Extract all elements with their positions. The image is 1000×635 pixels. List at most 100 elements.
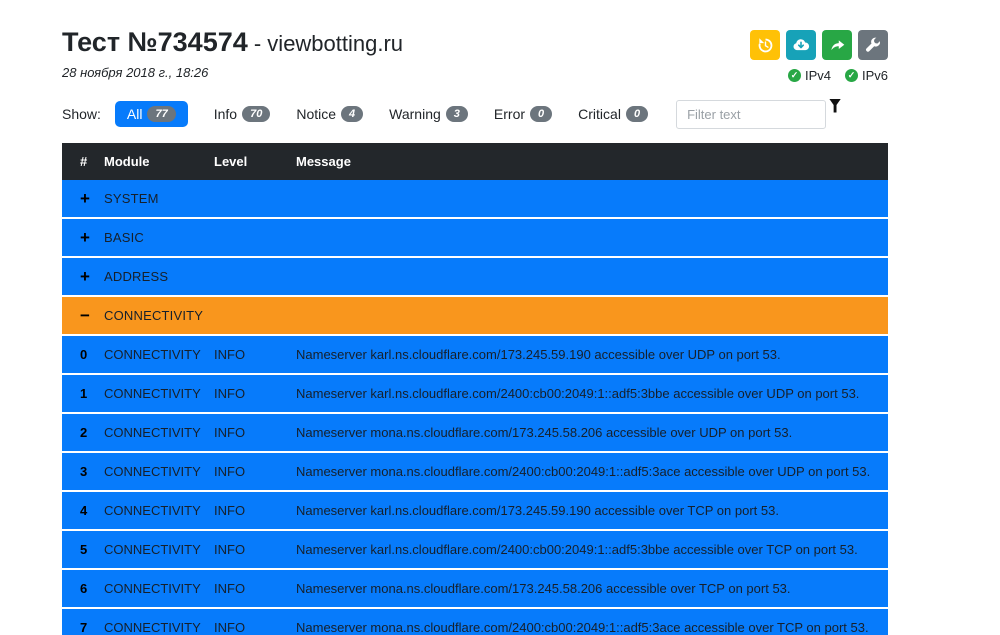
severity-filters: All 77 Info 70 Notice 4 Warning: [115, 101, 648, 127]
row-number: 6: [80, 581, 87, 596]
download-report-button[interactable]: [786, 30, 816, 60]
col-header-message: Message: [296, 154, 888, 169]
header-actions: ✓ IPv4 ✓ IPv6: [750, 26, 888, 83]
group-row[interactable]: − CONNECTIVITY: [62, 295, 888, 334]
table-row[interactable]: 3 CONNECTIVITY INFO Nameserver mona.ns.c…: [62, 451, 888, 490]
group-label: ADDRESS: [104, 269, 214, 284]
text-filter: [676, 100, 841, 129]
test-number: Тест №734574: [62, 27, 248, 57]
row-module: CONNECTIVITY: [104, 425, 214, 440]
row-message: Nameserver mona.ns.cloudflare.com/2400:c…: [296, 620, 888, 635]
row-message: Nameserver karl.ns.cloudflare.com/173.24…: [296, 503, 888, 518]
count-badge: 0: [530, 106, 552, 122]
col-header-num: #: [62, 154, 104, 169]
count-badge: 4: [341, 106, 363, 122]
count-badge: 3: [446, 106, 468, 122]
row-level: INFO: [214, 425, 296, 440]
severity-filter-button[interactable]: All 77: [115, 101, 188, 127]
group-row[interactable]: + BASIC: [62, 217, 888, 256]
share-report-button[interactable]: [822, 30, 852, 60]
row-level: INFO: [214, 503, 296, 518]
row-module: CONNECTIVITY: [104, 542, 214, 557]
check-circle-icon: ✓: [788, 69, 801, 82]
share-icon: [829, 37, 846, 54]
row-module: CONNECTIVITY: [104, 347, 214, 362]
count-badge: 0: [626, 106, 648, 122]
filter-label: Notice: [296, 106, 336, 122]
repeat-test-button[interactable]: [750, 30, 780, 60]
filter-funnel-icon[interactable]: [829, 99, 841, 113]
toggle-group-icon[interactable]: +: [80, 228, 90, 247]
test-date: 28 ноября 2018 г., 18:26: [62, 65, 403, 80]
page-header: Тест №734574 - viewbotting.ru 28 ноября …: [62, 0, 888, 83]
wrench-icon: [865, 37, 881, 53]
group-row[interactable]: + SYSTEM: [62, 180, 888, 217]
filter-bar: Show: All 77 Info 70 Notice 4: [62, 99, 888, 129]
table-header-row: # Module Level Message: [62, 143, 888, 180]
row-level: INFO: [214, 386, 296, 401]
row-message: Nameserver karl.ns.cloudflare.com/2400:c…: [296, 542, 888, 557]
count-badge: 77: [147, 106, 175, 122]
page-title: Тест №734574 - viewbotting.ru: [62, 26, 403, 60]
row-number: 0: [80, 347, 87, 362]
table-row[interactable]: 0 CONNECTIVITY INFO Nameserver karl.ns.c…: [62, 334, 888, 373]
row-number: 2: [80, 425, 87, 440]
filter-label: Info: [214, 106, 237, 122]
table-row[interactable]: 2 CONNECTIVITY INFO Nameserver mona.ns.c…: [62, 412, 888, 451]
row-number: 5: [80, 542, 87, 557]
filter-text-input[interactable]: [676, 100, 826, 129]
ipv4-label: IPv4: [805, 68, 831, 83]
table-row[interactable]: 4 CONNECTIVITY INFO Nameserver karl.ns.c…: [62, 490, 888, 529]
filter-label: Critical: [578, 106, 621, 122]
tested-domain: - viewbotting.ru: [248, 31, 403, 56]
severity-filter-button[interactable]: Error 0: [494, 101, 552, 127]
title-block: Тест №734574 - viewbotting.ru 28 ноября …: [62, 26, 403, 80]
row-module: CONNECTIVITY: [104, 581, 214, 596]
row-module: CONNECTIVITY: [104, 620, 214, 635]
col-header-module: Module: [104, 154, 214, 169]
row-message: Nameserver karl.ns.cloudflare.com/173.24…: [296, 347, 888, 362]
ip-status-row: ✓ IPv4 ✓ IPv6: [788, 68, 888, 83]
group-label: BASIC: [104, 230, 214, 245]
table-row[interactable]: 1 CONNECTIVITY INFO Nameserver karl.ns.c…: [62, 373, 888, 412]
row-level: INFO: [214, 347, 296, 362]
row-level: INFO: [214, 620, 296, 635]
group-label: CONNECTIVITY: [104, 308, 214, 323]
filter-label: All: [127, 106, 143, 122]
ipv4-status: ✓ IPv4: [788, 68, 831, 83]
row-level: INFO: [214, 581, 296, 596]
filter-label: Warning: [389, 106, 441, 122]
row-number: 3: [80, 464, 87, 479]
filter-label: Error: [494, 106, 525, 122]
severity-filter-button[interactable]: Warning 3: [389, 101, 468, 127]
table-row[interactable]: 6 CONNECTIVITY INFO Nameserver mona.ns.c…: [62, 568, 888, 607]
group-row[interactable]: + ADDRESS: [62, 256, 888, 295]
toggle-group-icon[interactable]: +: [80, 189, 90, 208]
row-level: INFO: [214, 542, 296, 557]
show-label: Show:: [62, 106, 101, 122]
toggle-group-icon[interactable]: +: [80, 267, 90, 286]
log-table: # Module Level Message + SYSTEM: [62, 143, 888, 635]
group-label: SYSTEM: [104, 191, 214, 206]
history-icon: [757, 37, 774, 54]
row-message: Nameserver karl.ns.cloudflare.com/2400:c…: [296, 386, 888, 401]
severity-filter-button[interactable]: Notice 4: [296, 101, 363, 127]
ipv6-label: IPv6: [862, 68, 888, 83]
table-row[interactable]: 5 CONNECTIVITY INFO Nameserver karl.ns.c…: [62, 529, 888, 568]
row-module: CONNECTIVITY: [104, 464, 214, 479]
table-row[interactable]: 7 CONNECTIVITY INFO Nameserver mona.ns.c…: [62, 607, 888, 635]
check-circle-icon: ✓: [845, 69, 858, 82]
severity-filter-button[interactable]: Critical 0: [578, 101, 648, 127]
row-number: 7: [80, 620, 87, 635]
settings-button[interactable]: [858, 30, 888, 60]
table-body: + SYSTEM + BASIC + ADDRESS: [62, 180, 888, 635]
severity-filter-button[interactable]: Info 70: [214, 101, 271, 127]
ipv6-status: ✓ IPv6: [845, 68, 888, 83]
row-message: Nameserver mona.ns.cloudflare.com/2400:c…: [296, 464, 888, 479]
test-report-page: Тест №734574 - viewbotting.ru 28 ноября …: [0, 0, 1000, 635]
row-module: CONNECTIVITY: [104, 503, 214, 518]
row-message: Nameserver mona.ns.cloudflare.com/173.24…: [296, 425, 888, 440]
row-module: CONNECTIVITY: [104, 386, 214, 401]
toggle-group-icon[interactable]: −: [80, 306, 90, 325]
row-message: Nameserver mona.ns.cloudflare.com/173.24…: [296, 581, 888, 596]
